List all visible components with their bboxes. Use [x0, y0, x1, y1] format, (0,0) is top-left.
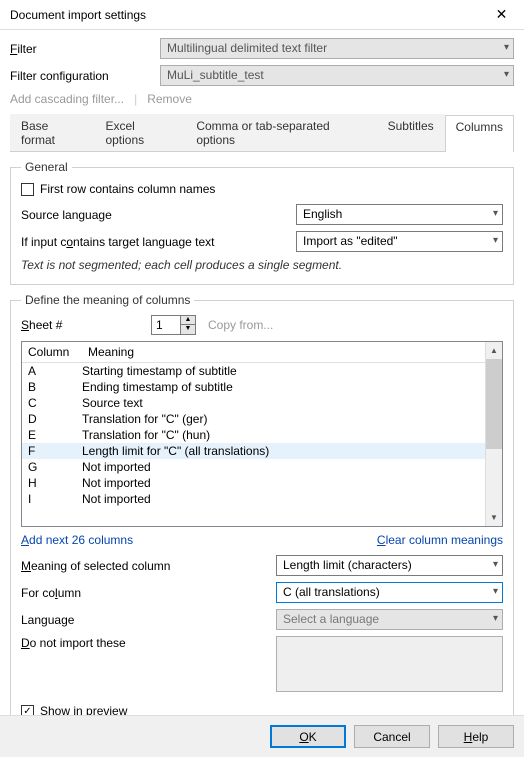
target-text-value: Import as "edited": [303, 234, 398, 248]
language-select: Select a language ▾: [276, 609, 503, 630]
source-language-label: Source language: [21, 208, 296, 222]
meaning-label: Meaning of selected column: [21, 559, 276, 573]
target-text-select[interactable]: Import as "edited" ▾: [296, 231, 503, 252]
chevron-down-icon: ▾: [493, 613, 498, 624]
cell-meaning: Starting timestamp of subtitle: [82, 364, 485, 378]
dialog-footer: OK Cancel Help: [0, 715, 524, 757]
cell-meaning: Not imported: [82, 476, 485, 490]
table-header: Column Meaning: [22, 342, 485, 363]
tab-subtitles[interactable]: Subtitles: [377, 114, 445, 151]
for-column-select[interactable]: C (all translations) ▾: [276, 582, 503, 603]
cell-column: A: [22, 364, 82, 378]
cell-meaning: Length limit for "C" (all translations): [82, 444, 485, 458]
titlebar: Document import settings ✕: [0, 0, 524, 30]
scroll-down-icon[interactable]: ▼: [486, 509, 502, 526]
source-language-select[interactable]: English ▾: [296, 204, 503, 225]
dialog-content: Filter Multilingual delimited text filte…: [0, 30, 524, 747]
cell-meaning: Translation for "C" (ger): [82, 412, 485, 426]
window-title: Document import settings: [10, 8, 479, 22]
chevron-down-icon: ▾: [493, 208, 498, 219]
filter-config-value: MuLi_subtitle_test: [167, 68, 264, 82]
table-row[interactable]: DTranslation for "C" (ger): [22, 411, 485, 427]
language-label: Language: [21, 613, 276, 627]
filter-label: Filter: [10, 42, 160, 56]
header-column: Column: [22, 342, 82, 362]
table-row[interactable]: GNot imported: [22, 459, 485, 475]
language-value: Select a language: [283, 612, 379, 626]
first-row-label: First row contains column names: [40, 182, 215, 196]
ok-button[interactable]: OK: [270, 725, 346, 748]
meaning-value: Length limit (characters): [283, 558, 412, 572]
cell-column: E: [22, 428, 82, 442]
clear-meanings-link[interactable]: Clear column meanings: [377, 533, 503, 547]
meaning-select[interactable]: Length limit (characters) ▾: [276, 555, 503, 576]
cell-column: F: [22, 444, 82, 458]
cell-meaning: Not imported: [82, 460, 485, 474]
table-row[interactable]: AStarting timestamp of subtitle: [22, 363, 485, 379]
cell-meaning: Not imported: [82, 492, 485, 506]
for-column-label: For column: [21, 586, 276, 600]
cell-meaning: Translation for "C" (hun): [82, 428, 485, 442]
separator: |: [134, 92, 137, 106]
chevron-down-icon: ▾: [493, 559, 498, 570]
chevron-down-icon: ▾: [504, 69, 509, 80]
scrollbar[interactable]: ▲ ▼: [485, 342, 502, 526]
cell-column: H: [22, 476, 82, 490]
filter-select[interactable]: Multilingual delimited text filter ▾: [160, 38, 514, 59]
columns-table: Column Meaning AStarting timestamp of su…: [21, 341, 503, 527]
cell-meaning: Source text: [82, 396, 485, 410]
sheet-number-input[interactable]: 1: [151, 315, 181, 335]
cell-column: B: [22, 380, 82, 394]
add-cascading-filter-link[interactable]: Add cascading filter...: [10, 92, 124, 106]
scroll-thumb[interactable]: [486, 359, 502, 449]
close-button[interactable]: ✕: [479, 0, 524, 30]
copy-from-link[interactable]: Copy from...: [208, 318, 273, 332]
cell-column: G: [22, 460, 82, 474]
chevron-down-icon: ▾: [493, 586, 498, 597]
first-row-checkbox[interactable]: [21, 183, 34, 196]
chevron-down-icon: ▾: [493, 235, 498, 246]
table-row[interactable]: BEnding timestamp of subtitle: [22, 379, 485, 395]
tab-excel-options[interactable]: Excel options: [94, 114, 185, 151]
tab-base-format[interactable]: Base format: [10, 114, 94, 151]
cell-column: C: [22, 396, 82, 410]
general-legend: General: [21, 160, 72, 174]
help-button[interactable]: Help: [438, 725, 514, 748]
cell-column: I: [22, 492, 82, 506]
define-columns-group: Define the meaning of columns Sheet # 1 …: [10, 293, 514, 731]
filter-config-label: Filter configuration: [10, 69, 160, 83]
target-text-label: If input contains target language text: [21, 235, 296, 249]
table-row[interactable]: FLength limit for "C" (all translations): [22, 443, 485, 459]
general-group: General First row contains column names …: [10, 160, 514, 285]
filter-config-select[interactable]: MuLi_subtitle_test ▾: [160, 65, 514, 86]
header-meaning: Meaning: [82, 342, 485, 362]
table-row[interactable]: HNot imported: [22, 475, 485, 491]
sheet-spinner[interactable]: ▲▼: [181, 315, 196, 335]
filter-linkbar: Add cascading filter... | Remove: [10, 92, 514, 106]
cancel-button[interactable]: Cancel: [354, 725, 430, 748]
for-column-value: C (all translations): [283, 585, 380, 599]
define-columns-legend: Define the meaning of columns: [21, 293, 194, 307]
dni-textarea: [276, 636, 503, 692]
filter-select-value: Multilingual delimited text filter: [167, 41, 327, 55]
sheet-label: Sheet #: [21, 318, 151, 332]
chevron-down-icon: ▾: [504, 42, 509, 53]
tab-columns[interactable]: Columns: [445, 115, 514, 152]
source-language-value: English: [303, 207, 342, 221]
table-row[interactable]: CSource text: [22, 395, 485, 411]
cell-meaning: Ending timestamp of subtitle: [82, 380, 485, 394]
table-body: AStarting timestamp of subtitleBEnding t…: [22, 363, 485, 507]
remove-filter-link[interactable]: Remove: [147, 92, 192, 106]
segmentation-note: Text is not segmented; each cell produce…: [21, 258, 503, 272]
table-row[interactable]: ETranslation for "C" (hun): [22, 427, 485, 443]
dni-label: Do not import these: [21, 636, 276, 650]
add-columns-link[interactable]: Add next 26 columns: [21, 533, 133, 547]
tabstrip: Base formatExcel optionsComma or tab-sep…: [10, 114, 514, 152]
table-row[interactable]: INot imported: [22, 491, 485, 507]
cell-column: D: [22, 412, 82, 426]
tab-comma-or-tab-separated-options[interactable]: Comma or tab-separated options: [185, 114, 376, 151]
scroll-up-icon[interactable]: ▲: [486, 342, 502, 359]
